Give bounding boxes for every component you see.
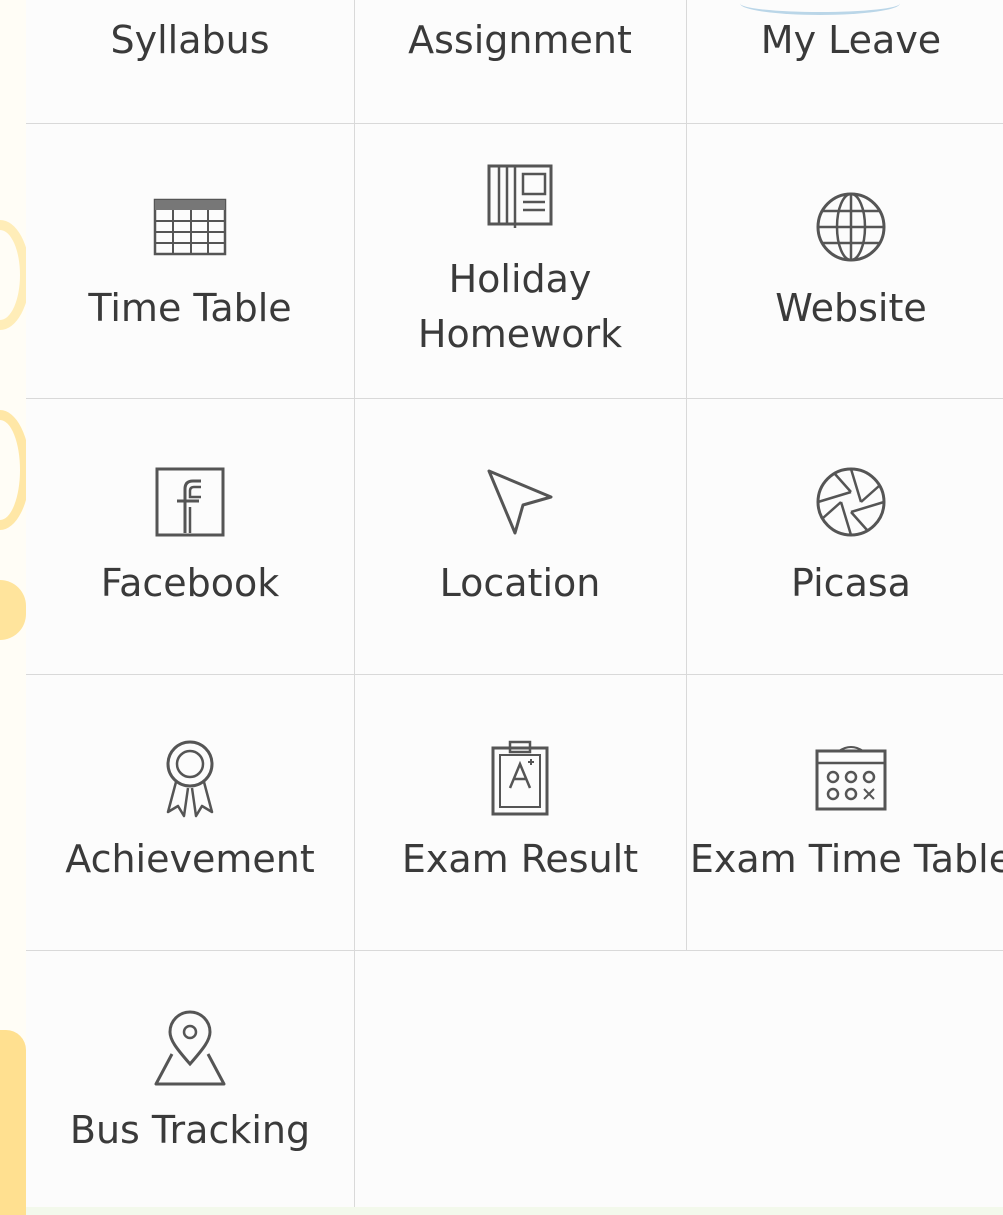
menu-item-label: Exam Result	[401, 837, 639, 881]
menu-item-achievement[interactable]: Achievement	[26, 675, 354, 950]
menu-item-assignment[interactable]: Assignment	[354, 0, 686, 80]
timetable-icon	[150, 187, 230, 267]
notebook-icon	[480, 162, 560, 232]
menu-grid: Syllabus Assignment My Leave Time Table …	[26, 0, 1003, 1215]
menu-item-exam-time-table[interactable]: Exam Time Table	[686, 675, 1003, 950]
menu-item-syllabus[interactable]: Syllabus	[26, 0, 354, 80]
pointer-arrow-icon	[480, 462, 560, 542]
menu-item-label: Achievement	[65, 837, 315, 881]
menu-item-label: Picasa	[791, 561, 911, 605]
award-ribbon-icon	[150, 738, 230, 818]
bottom-edge	[26, 1207, 1003, 1215]
picasa-icon	[811, 462, 891, 542]
menu-item-label: Website	[775, 285, 927, 330]
background-watermark	[0, 0, 26, 1215]
menu-item-holiday-homework[interactable]: Holiday Homework	[354, 124, 686, 398]
menu-item-label: Time Table	[88, 285, 292, 330]
menu-item-label: Bus Tracking	[69, 1107, 311, 1152]
menu-item-picasa[interactable]: Picasa	[686, 399, 1003, 674]
globe-icon	[811, 187, 891, 267]
menu-item-exam-result[interactable]: Exam Result	[354, 675, 686, 950]
facebook-icon	[150, 462, 230, 542]
menu-item-label: Facebook	[100, 561, 280, 605]
menu-item-location[interactable]: Location	[354, 399, 686, 674]
clipboard-grade-icon	[480, 738, 560, 818]
menu-item-label: Syllabus	[110, 17, 270, 62]
calendar-icon	[811, 738, 891, 818]
map-pin-icon	[150, 1009, 230, 1089]
menu-item-label: My Leave	[760, 17, 942, 62]
menu-item-facebook[interactable]: Facebook	[26, 399, 354, 674]
menu-item-my-leave[interactable]: My Leave	[686, 0, 1003, 80]
menu-item-label: Exam Time Table	[689, 837, 1003, 881]
menu-item-website[interactable]: Website	[686, 124, 1003, 398]
menu-item-label: Holiday Homework	[417, 257, 623, 356]
menu-item-label: Location	[439, 561, 601, 605]
app-screen: Syllabus Assignment My Leave Time Table …	[0, 0, 1003, 1215]
menu-item-time-table[interactable]: Time Table	[26, 124, 354, 398]
menu-item-label: Assignment	[408, 17, 632, 62]
menu-item-bus-tracking[interactable]: Bus Tracking	[26, 951, 354, 1215]
